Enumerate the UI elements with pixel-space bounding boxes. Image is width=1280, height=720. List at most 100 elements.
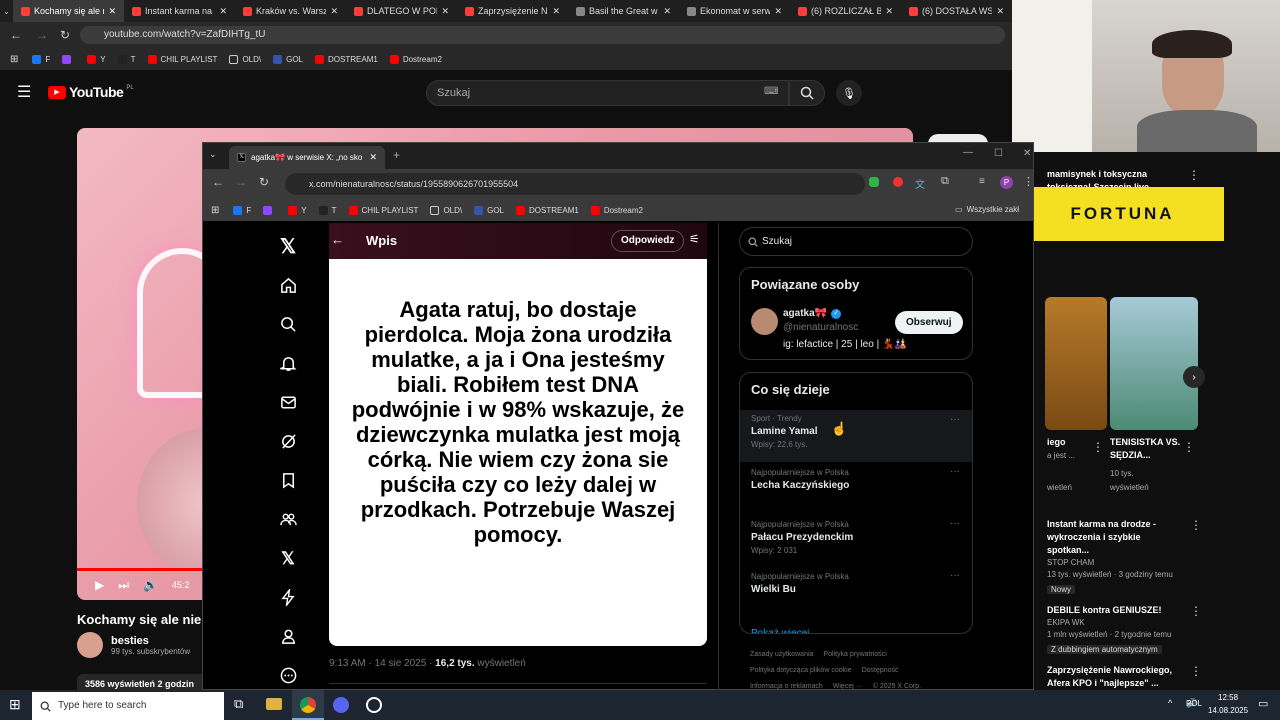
bookmark-item[interactable] (62, 54, 75, 64)
bookmark-item[interactable]: Y (87, 54, 106, 64)
related-handle[interactable]: @nienaturalnosc (783, 322, 858, 333)
back-icon[interactable]: ← (10, 28, 22, 42)
trend-item[interactable]: Najpopularniejsze w Polska Lecha Kaczyńsk… (740, 462, 972, 514)
record-extension-icon[interactable] (893, 177, 903, 187)
card-title[interactable]: iego (1047, 436, 1066, 449)
close-tab-icon[interactable]: ✕ (330, 6, 338, 17)
back-icon[interactable]: ← (212, 175, 224, 189)
video-thumbnail[interactable] (1110, 297, 1198, 430)
more-horizontal-icon[interactable]: ··· (950, 518, 960, 529)
reload-icon[interactable]: ↻ (259, 175, 269, 189)
bookmark-item[interactable]: T (117, 54, 136, 64)
more-vert-icon[interactable]: ⋮ (1183, 440, 1195, 454)
grok-icon[interactable] (273, 422, 303, 461)
trend-item[interactable]: Sport · Trendy Lamine Yamal Wpisy: 22,6 ty… (740, 410, 972, 462)
keyboard-icon[interactable]: ⌨ (764, 86, 778, 97)
next-icon[interactable]: ⏭ (118, 578, 129, 593)
outer-tab[interactable]: (6) DOSTAŁA WSP ✕ (901, 0, 1012, 22)
footer-link[interactable]: Polityka dotycząca plików cookie (750, 663, 852, 679)
channel-name[interactable]: besties (111, 635, 190, 647)
menu-kebab-icon[interactable]: ⋮ (1023, 175, 1034, 188)
post-image-text[interactable]: Agata ratuj, bo dostaje pierdolca. Moja … (329, 259, 707, 646)
bookmark-item[interactable]: OLD\ (430, 205, 462, 215)
verified-orgs-lightning-icon[interactable] (273, 578, 303, 617)
profile-icon[interactable] (273, 617, 303, 656)
bookmark-item[interactable] (263, 205, 276, 215)
back-arrow-icon[interactable]: ← (331, 232, 344, 247)
fortuna-ad[interactable]: FORTUNA (1021, 187, 1224, 241)
tray-lang[interactable]: POL (1186, 699, 1202, 708)
footer-link[interactable]: Dostępność (862, 663, 899, 679)
youtube-search-input[interactable]: Szukaj (426, 80, 789, 106)
close-tab-icon[interactable]: ✕ (996, 6, 1004, 17)
forward-icon[interactable]: → (235, 175, 247, 189)
outer-tab[interactable]: Kochamy się ale na ✕ (13, 0, 124, 22)
outer-tab[interactable]: DLATEGO W POL ✕ (346, 0, 457, 22)
inner-url-field[interactable]: x.com/nienaturalnosc/status/195589062670… (285, 173, 865, 195)
reply-button[interactable]: Odpowiedz (611, 230, 685, 252)
list-item[interactable]: DEBILE kontra GENIUSZE! EKIPA WK 1 mln wyś… (1047, 604, 1202, 656)
volume-icon[interactable]: 🔊 (143, 578, 158, 592)
tab-search-chevron-icon[interactable]: ⌄ (209, 149, 217, 160)
close-tab-icon[interactable]: ✕ (219, 6, 227, 17)
shield-extension-icon[interactable] (869, 177, 879, 187)
outer-tab[interactable]: Zaprzysiężenie N ✕ (457, 0, 568, 22)
reload-icon[interactable]: ↻ (60, 28, 70, 42)
hamburger-menu-icon[interactable]: ☰ (17, 82, 31, 102)
close-tab-icon[interactable]: ✕ (369, 152, 377, 163)
apps-grid-icon[interactable]: ⊞ (211, 205, 219, 216)
show-more-link[interactable]: Pokaż więcej (740, 618, 972, 633)
close-tab-icon[interactable]: ✕ (441, 6, 449, 17)
taskbar-search-input[interactable]: Type here to search (32, 692, 224, 720)
bookmark-item[interactable]: CHIL PLAYLIST (147, 54, 217, 64)
bookmark-item[interactable]: CHIL PLAYLIST (348, 205, 418, 215)
bookmark-item[interactable]: F (32, 54, 50, 64)
x-search-input[interactable]: Szukaj (739, 227, 973, 256)
profile-avatar[interactable]: P (1000, 176, 1013, 189)
related-name-row[interactable]: agatka🎀 ✓ (783, 308, 842, 319)
bookmark-item[interactable]: T (318, 205, 337, 215)
close-tab-icon[interactable]: ✕ (885, 6, 893, 17)
card-title[interactable]: TENISISTKA VS. SĘDZIA... (1110, 436, 1192, 462)
recommendation-title[interactable]: mamisynek i toksyczna (1047, 168, 1187, 181)
more-horizontal-icon[interactable]: ··· (950, 414, 960, 425)
footer-link[interactable]: Polityka prywatności (823, 647, 886, 663)
bookmark-item[interactable]: GOL (474, 205, 504, 215)
youtube-logo[interactable]: ▶ YouTube PL (48, 84, 134, 100)
task-view-icon[interactable]: ⧉ (234, 696, 243, 712)
bookmarks-icon[interactable] (273, 461, 303, 500)
more-horizontal-icon[interactable]: ··· (950, 570, 960, 581)
bookmark-item[interactable]: Y (288, 205, 307, 215)
channel-avatar[interactable] (77, 632, 103, 658)
list-item[interactable]: Instant karma na drodze - wykroczenia i … (1047, 518, 1202, 596)
close-tab-icon[interactable]: ✕ (552, 6, 560, 17)
trend-item[interactable]: Najpopularniejsze w Polska Pałacu Prezyde… (740, 514, 972, 566)
messages-envelope-icon[interactable] (273, 383, 303, 422)
bookmark-item[interactable]: DOSTREAM1 (516, 205, 579, 215)
more-vert-icon[interactable]: ⋮ (1190, 604, 1202, 618)
more-vert-icon[interactable]: ⋮ (1190, 518, 1202, 532)
maximize-icon[interactable]: ☐ (994, 148, 1003, 159)
inner-active-tab[interactable]: 𝕏 agatka🎀 w serwisie X: „no sko ✕ (229, 146, 385, 169)
outer-url-field[interactable]: youtube.com/watch?v=ZafDIHTg_tU (80, 26, 1005, 44)
close-tab-icon[interactable]: ✕ (663, 6, 671, 17)
close-window-icon[interactable]: ✕ (1023, 148, 1031, 159)
notifications-bell-icon[interactable] (273, 344, 303, 383)
settings-sliders-icon[interactable]: ⚟ (689, 232, 700, 246)
play-icon[interactable]: ▶ (95, 578, 104, 592)
avatar[interactable] (751, 308, 778, 335)
search-icon[interactable] (273, 305, 303, 344)
bookmark-item[interactable]: Dostream2 (590, 205, 643, 215)
apps-grid-icon[interactable]: ⊞ (10, 54, 18, 65)
close-tab-icon[interactable]: ✕ (108, 6, 116, 17)
close-tab-icon[interactable]: ✕ (774, 6, 782, 17)
tray-chevron-icon[interactable]: ^ (1168, 698, 1172, 708)
youtube-search-button[interactable] (789, 80, 825, 106)
bookmark-item[interactable]: DOSTREAM1 (315, 54, 378, 64)
windows-start-icon[interactable]: ⊞ (9, 696, 21, 713)
more-vert-icon[interactable]: ⋮ (1188, 168, 1200, 182)
minimize-icon[interactable]: — (963, 147, 973, 158)
translate-extension-icon[interactable]: 文 (915, 176, 925, 191)
outer-tab[interactable]: Instant karma na ✕ (124, 0, 235, 22)
bookmark-item[interactable]: GOL (273, 54, 303, 64)
